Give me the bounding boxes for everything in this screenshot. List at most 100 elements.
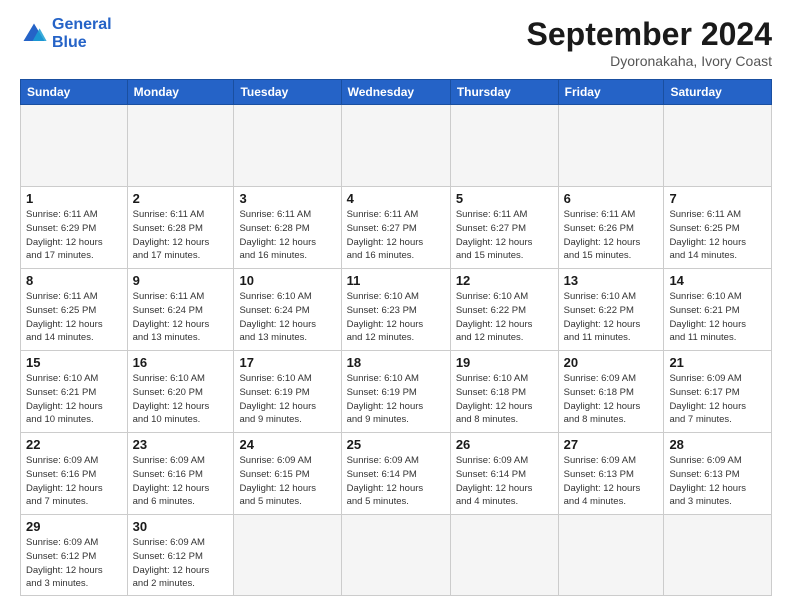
weekday-header-row: SundayMondayTuesdayWednesdayThursdayFrid… <box>21 80 772 105</box>
calendar-cell <box>341 515 450 596</box>
calendar-cell: 25Sunrise: 6:09 AMSunset: 6:14 PMDayligh… <box>341 433 450 515</box>
calendar-cell: 8 Sunrise: 6:11 AMSunset: 6:25 PMDaylight… <box>21 269 128 351</box>
calendar-cell: 3Sunrise: 6:11 AMSunset: 6:28 PMDaylight… <box>234 187 341 269</box>
day-number: 9 <box>133 273 229 288</box>
day-info: Sunrise: 6:11 AMSunset: 6:25 PMDaylight:… <box>26 290 122 345</box>
calendar-cell <box>664 105 772 187</box>
day-number: 1 <box>26 191 122 206</box>
day-number: 14 <box>669 273 766 288</box>
day-number: 17 <box>239 355 335 370</box>
day-number: 6 <box>564 191 659 206</box>
day-info: Sunrise: 6:10 AMSunset: 6:24 PMDaylight:… <box>239 290 335 345</box>
calendar-week-0 <box>21 105 772 187</box>
calendar-cell: 1 Sunrise: 6:11 AMSunset: 6:29 PMDaylight… <box>21 187 128 269</box>
logo: General Blue <box>20 16 112 53</box>
calendar-cell: 29Sunrise: 6:09 AMSunset: 6:12 PMDayligh… <box>21 515 128 596</box>
weekday-header-friday: Friday <box>558 80 664 105</box>
weekday-header-saturday: Saturday <box>664 80 772 105</box>
calendar-cell: 20Sunrise: 6:09 AMSunset: 6:18 PMDayligh… <box>558 351 664 433</box>
day-number: 4 <box>347 191 445 206</box>
day-number: 21 <box>669 355 766 370</box>
day-info: Sunrise: 6:09 AMSunset: 6:14 PMDaylight:… <box>347 454 445 509</box>
day-info: Sunrise: 6:09 AMSunset: 6:12 PMDaylight:… <box>26 536 122 591</box>
day-info: Sunrise: 6:09 AMSunset: 6:14 PMDaylight:… <box>456 454 553 509</box>
day-number: 27 <box>564 437 659 452</box>
day-info: Sunrise: 6:10 AMSunset: 6:18 PMDaylight:… <box>456 372 553 427</box>
day-number: 30 <box>133 519 229 534</box>
day-number: 23 <box>133 437 229 452</box>
calendar-cell <box>21 105 128 187</box>
calendar: SundayMondayTuesdayWednesdayThursdayFrid… <box>20 79 772 596</box>
day-info: Sunrise: 6:09 AMSunset: 6:18 PMDaylight:… <box>564 372 659 427</box>
calendar-cell: 10 Sunrise: 6:10 AMSunset: 6:24 PMDayligh… <box>234 269 341 351</box>
day-number: 22 <box>26 437 122 452</box>
day-info: Sunrise: 6:09 AMSunset: 6:16 PMDaylight:… <box>26 454 122 509</box>
weekday-header-sunday: Sunday <box>21 80 128 105</box>
calendar-cell: 6 Sunrise: 6:11 AMSunset: 6:26 PMDaylight… <box>558 187 664 269</box>
calendar-cell <box>450 515 558 596</box>
calendar-cell <box>450 105 558 187</box>
day-info: Sunrise: 6:10 AMSunset: 6:22 PMDaylight:… <box>456 290 553 345</box>
calendar-cell: 17 Sunrise: 6:10 AMSunset: 6:19 PMDayligh… <box>234 351 341 433</box>
day-number: 19 <box>456 355 553 370</box>
day-number: 26 <box>456 437 553 452</box>
calendar-cell: 2Sunrise: 6:11 AMSunset: 6:28 PMDaylight… <box>127 187 234 269</box>
calendar-cell <box>234 105 341 187</box>
header: General Blue September 2024 Dyoronakaha,… <box>20 16 772 69</box>
title-block: September 2024 Dyoronakaha, Ivory Coast <box>527 16 772 69</box>
day-info: Sunrise: 6:11 AMSunset: 6:24 PMDaylight:… <box>133 290 229 345</box>
calendar-cell <box>664 515 772 596</box>
day-number: 24 <box>239 437 335 452</box>
calendar-cell <box>127 105 234 187</box>
calendar-cell: 24 Sunrise: 6:09 AMSunset: 6:15 PMDayligh… <box>234 433 341 515</box>
day-number: 28 <box>669 437 766 452</box>
day-info: Sunrise: 6:11 AMSunset: 6:29 PMDaylight:… <box>26 208 122 263</box>
month-title: September 2024 <box>527 16 772 53</box>
day-number: 3 <box>239 191 335 206</box>
logo-blue: Blue <box>52 34 112 52</box>
day-number: 13 <box>564 273 659 288</box>
weekday-header-tuesday: Tuesday <box>234 80 341 105</box>
calendar-cell: 5Sunrise: 6:11 AMSunset: 6:27 PMDaylight… <box>450 187 558 269</box>
day-info: Sunrise: 6:11 AMSunset: 6:27 PMDaylight:… <box>347 208 445 263</box>
calendar-cell: 21Sunrise: 6:09 AMSunset: 6:17 PMDayligh… <box>664 351 772 433</box>
calendar-cell: 28Sunrise: 6:09 AMSunset: 6:13 PMDayligh… <box>664 433 772 515</box>
calendar-cell: 22 Sunrise: 6:09 AMSunset: 6:16 PMDayligh… <box>21 433 128 515</box>
day-number: 7 <box>669 191 766 206</box>
calendar-cell: 14 Sunrise: 6:10 AMSunset: 6:21 PMDayligh… <box>664 269 772 351</box>
day-number: 10 <box>239 273 335 288</box>
calendar-week-5: 29Sunrise: 6:09 AMSunset: 6:12 PMDayligh… <box>21 515 772 596</box>
day-info: Sunrise: 6:11 AMSunset: 6:25 PMDaylight:… <box>669 208 766 263</box>
day-info: Sunrise: 6:11 AMSunset: 6:28 PMDaylight:… <box>133 208 229 263</box>
day-info: Sunrise: 6:10 AMSunset: 6:22 PMDaylight:… <box>564 290 659 345</box>
day-info: Sunrise: 6:10 AMSunset: 6:19 PMDaylight:… <box>239 372 335 427</box>
calendar-cell: 15Sunrise: 6:10 AMSunset: 6:21 PMDayligh… <box>21 351 128 433</box>
calendar-cell: 4 Sunrise: 6:11 AMSunset: 6:27 PMDaylight… <box>341 187 450 269</box>
calendar-cell <box>234 515 341 596</box>
day-info: Sunrise: 6:10 AMSunset: 6:21 PMDaylight:… <box>669 290 766 345</box>
calendar-cell: 30 Sunrise: 6:09 AMSunset: 6:12 PMDayligh… <box>127 515 234 596</box>
day-info: Sunrise: 6:10 AMSunset: 6:23 PMDaylight:… <box>347 290 445 345</box>
calendar-week-3: 15Sunrise: 6:10 AMSunset: 6:21 PMDayligh… <box>21 351 772 433</box>
location: Dyoronakaha, Ivory Coast <box>527 53 772 69</box>
calendar-cell: 9 Sunrise: 6:11 AMSunset: 6:24 PMDaylight… <box>127 269 234 351</box>
day-number: 16 <box>133 355 229 370</box>
weekday-header-thursday: Thursday <box>450 80 558 105</box>
calendar-cell: 11Sunrise: 6:10 AMSunset: 6:23 PMDayligh… <box>341 269 450 351</box>
calendar-week-1: 1 Sunrise: 6:11 AMSunset: 6:29 PMDaylight… <box>21 187 772 269</box>
day-info: Sunrise: 6:09 AMSunset: 6:15 PMDaylight:… <box>239 454 335 509</box>
calendar-cell: 19 Sunrise: 6:10 AMSunset: 6:18 PMDayligh… <box>450 351 558 433</box>
calendar-cell: 27Sunrise: 6:09 AMSunset: 6:13 PMDayligh… <box>558 433 664 515</box>
day-number: 15 <box>26 355 122 370</box>
page: General Blue September 2024 Dyoronakaha,… <box>0 0 792 612</box>
day-info: Sunrise: 6:10 AMSunset: 6:20 PMDaylight:… <box>133 372 229 427</box>
logo-general: General <box>52 16 112 33</box>
calendar-cell: 13 Sunrise: 6:10 AMSunset: 6:22 PMDayligh… <box>558 269 664 351</box>
calendar-cell: 26 Sunrise: 6:09 AMSunset: 6:14 PMDayligh… <box>450 433 558 515</box>
calendar-cell: 18Sunrise: 6:10 AMSunset: 6:19 PMDayligh… <box>341 351 450 433</box>
weekday-header-monday: Monday <box>127 80 234 105</box>
day-info: Sunrise: 6:11 AMSunset: 6:26 PMDaylight:… <box>564 208 659 263</box>
day-info: Sunrise: 6:09 AMSunset: 6:12 PMDaylight:… <box>133 536 229 591</box>
day-number: 18 <box>347 355 445 370</box>
day-number: 8 <box>26 273 122 288</box>
